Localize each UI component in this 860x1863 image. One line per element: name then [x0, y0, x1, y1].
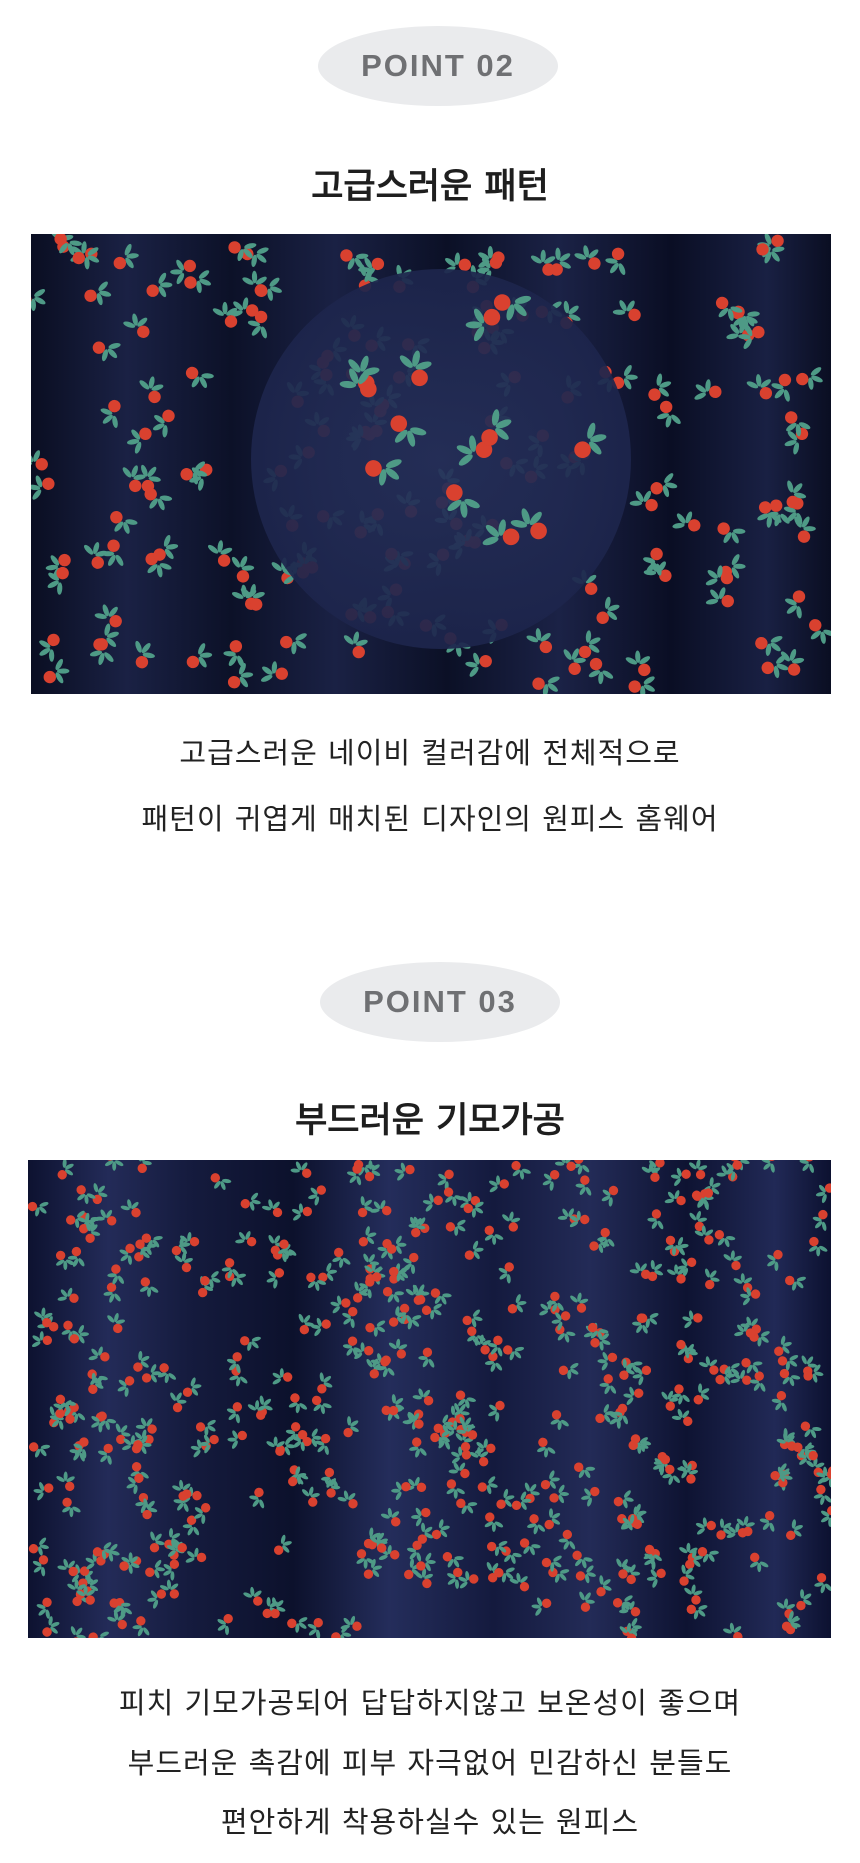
point-02-fabric-image: [31, 234, 831, 694]
point-03-description: 피치 기모가공되어 답답하지않고 보온성이 좋으며 부드러운 촉감에 피부 자극…: [0, 1680, 860, 1860]
point-02-desc-line-2: 패턴이 귀엽게 매치된 디자인의 원피스 홈웨어: [141, 802, 719, 836]
point-03-badge-label: POINT 03: [363, 984, 517, 1019]
point-02-desc-line-1: 고급스러운 네이비 컬러감에 전체적으로: [179, 736, 681, 770]
point-02-section: POINT 02 고급스러운 패턴 고급스러운 네이비 컬러감에 전체적으로 패…: [0, 0, 860, 900]
point-03-desc-line-2: 부드러운 촉감에 피부 자극없어 민감하신 분들도: [127, 1746, 733, 1780]
point-02-title: 고급스러운 패턴: [311, 167, 549, 207]
cherry-pattern-graphic: [31, 234, 831, 694]
point-02-badge-label: POINT 02: [361, 48, 515, 83]
point-02-badge: POINT 02: [318, 26, 558, 106]
point-03-section: POINT 03 부드러운 기모가공 피치 기모가공되어 답답하지않고 보온성이…: [0, 900, 860, 1863]
point-03-badge: POINT 03: [320, 962, 560, 1042]
point-03-title: 부드러운 기모가공: [295, 1101, 565, 1141]
point-03-desc-line-1: 피치 기모가공되어 답답하지않고 보온성이 좋으며: [118, 1686, 742, 1720]
cherry-pattern-graphic: [28, 1160, 831, 1638]
point-02-description: 고급스러운 네이비 컬러감에 전체적으로 패턴이 귀엽게 매치된 디자인의 원피…: [0, 730, 860, 850]
point-03-desc-line-3: 편안하게 착용하실수 있는 원피스: [220, 1805, 640, 1839]
point-03-fabric-image: [28, 1160, 831, 1638]
